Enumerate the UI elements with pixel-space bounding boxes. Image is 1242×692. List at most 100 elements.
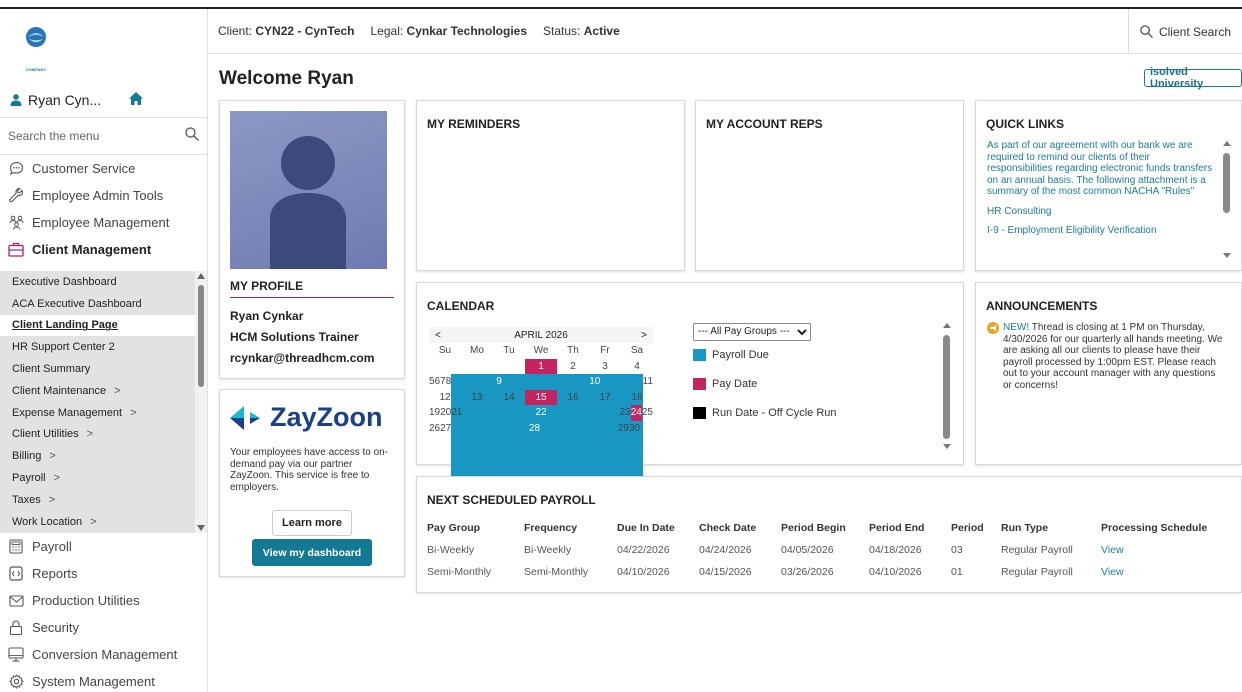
- column-header: Period: [951, 522, 984, 534]
- menu-item-payroll[interactable]: Payroll: [0, 533, 207, 560]
- calendar-scroll-thumb[interactable]: [943, 335, 950, 439]
- mail-icon: [8, 593, 24, 609]
- quick-links-scroll-thumb[interactable]: [1223, 153, 1230, 213]
- home-icon[interactable]: [129, 92, 144, 108]
- view-dashboard-button[interactable]: View my dashboard: [252, 539, 372, 566]
- calendar-next-button[interactable]: >: [641, 330, 647, 341]
- isolved-university-button[interactable]: isolved University: [1144, 66, 1242, 90]
- calendar-day[interactable]: 17: [589, 390, 621, 406]
- menu-item-security[interactable]: Security: [0, 614, 207, 641]
- menu-item-reports[interactable]: Reports: [0, 560, 207, 587]
- table-cell: 04/18/2026: [869, 544, 922, 556]
- submenu-executive-dashboard[interactable]: Executive Dashboard: [0, 271, 207, 293]
- calendar-day[interactable]: 2: [557, 359, 589, 375]
- scroll-up-icon[interactable]: [197, 273, 205, 279]
- calendar-day[interactable]: 18: [621, 390, 653, 406]
- menu-item-production-utilities[interactable]: Production Utilities: [0, 587, 207, 614]
- calendar-day[interactable]: 24: [630, 405, 642, 421]
- column-header: Check Date: [699, 522, 757, 534]
- legend-swatch-run-date: [693, 407, 706, 419]
- submenu-aca-executive-dashboard[interactable]: ACA Executive Dashboard: [0, 293, 207, 315]
- calendar-day[interactable]: 1: [525, 358, 557, 374]
- submenu-client-summary[interactable]: Client Summary: [0, 358, 207, 380]
- table-cell: 04/10/2026: [617, 566, 670, 578]
- calendar-day[interactable]: 29: [618, 421, 629, 437]
- menu-item-client-management[interactable]: Client Management: [0, 236, 207, 263]
- calendar-prev-button[interactable]: <: [435, 330, 441, 341]
- submenu-billing[interactable]: Billing >: [0, 445, 207, 467]
- table-row: Bi-Weekly Bi-Weekly 04/22/2026 04/24/202…: [427, 539, 1231, 561]
- quick-link-hr-consulting[interactable]: HR Consulting: [987, 206, 1213, 218]
- calendar-day[interactable]: 3: [589, 359, 621, 375]
- people-icon: [8, 215, 24, 231]
- calendar-day[interactable]: 12: [429, 390, 461, 406]
- client-header: Client: CYN22 - CynTech Legal: Cynkar Te…: [208, 9, 1242, 54]
- submenu-scroll-thumb[interactable]: [198, 285, 204, 387]
- calendar-day[interactable]: 25: [642, 405, 653, 421]
- calendar-day[interactable]: 21: [451, 405, 462, 421]
- scroll-up-icon[interactable]: [943, 323, 951, 328]
- submenu-client-maintenance[interactable]: Client Maintenance >: [0, 380, 207, 402]
- scroll-down-icon[interactable]: [1223, 253, 1231, 258]
- calendar-day[interactable]: 23: [620, 405, 631, 421]
- calendar-day[interactable]: 11: [643, 374, 653, 390]
- my-account-reps-title: MY ACCOUNT REPS: [706, 117, 823, 131]
- user-menu[interactable]: Ryan Cyn...: [10, 88, 200, 112]
- quick-link-i9[interactable]: I-9 - Employment Eligibility Verificatio…: [987, 225, 1213, 237]
- calendar-day[interactable]: 19: [429, 405, 440, 421]
- menu-search-input[interactable]: [8, 129, 168, 143]
- calendar-day[interactable]: [493, 359, 525, 375]
- calendar-day[interactable]: 4: [621, 359, 653, 375]
- calendar-day[interactable]: [461, 359, 493, 375]
- calendar-day[interactable]: [647, 421, 653, 437]
- calendar-day[interactable]: 20: [440, 405, 451, 421]
- view-schedule-link[interactable]: View: [1101, 561, 1231, 583]
- scroll-up-icon[interactable]: [1223, 141, 1231, 146]
- calendar-day[interactable]: 30: [629, 421, 640, 437]
- weekday-label: We: [533, 345, 549, 356]
- submenu-hr-support-center-2[interactable]: HR Support Center 2: [0, 336, 207, 358]
- submenu-scrollbar[interactable]: [195, 271, 207, 533]
- calendar-day[interactable]: 27: [440, 421, 451, 437]
- menu-item-employee-admin-tools[interactable]: Employee Admin Tools: [0, 182, 207, 209]
- calendar-day[interactable]: 16: [557, 390, 589, 406]
- table-header-row: Pay Group Frequency Due In Date Check Da…: [427, 517, 1231, 539]
- scroll-down-icon[interactable]: [197, 525, 205, 531]
- table-cell: 03: [951, 544, 963, 556]
- calendar-day[interactable]: 15: [525, 389, 557, 405]
- calendar-day[interactable]: 14: [493, 390, 525, 406]
- menu-item-system-management[interactable]: System Management: [0, 668, 207, 692]
- submenu-taxes[interactable]: Taxes >: [0, 489, 207, 511]
- client-search-button[interactable]: Client Search: [1128, 9, 1242, 54]
- company-logo[interactable]: COMPANY: [22, 25, 50, 72]
- zayzoon-card: ZayZoon Your employees have access to on…: [219, 389, 405, 577]
- submenu-work-location[interactable]: Work Location >: [0, 511, 207, 533]
- menu-item-customer-service[interactable]: Customer Service: [0, 155, 207, 182]
- search-icon[interactable]: [185, 126, 199, 146]
- my-profile-title: MY PROFILE: [230, 279, 394, 298]
- learn-more-button[interactable]: Learn more: [272, 510, 352, 536]
- calendar-day[interactable]: 26: [429, 421, 440, 437]
- status-info: Status: Active: [543, 24, 620, 38]
- calendar-scrollbar[interactable]: [942, 323, 952, 449]
- table-cell: 04/15/2026: [699, 566, 752, 578]
- view-schedule-link[interactable]: View: [1101, 539, 1231, 561]
- menu-item-employee-management[interactable]: Employee Management: [0, 209, 207, 236]
- my-account-reps-card: MY ACCOUNT REPS: [695, 100, 964, 271]
- chevron-right-icon: >: [90, 515, 97, 528]
- scroll-down-icon[interactable]: [943, 444, 951, 449]
- submenu-client-landing-page[interactable]: Client Landing Page: [0, 314, 195, 337]
- menu-item-conversion-management[interactable]: Conversion Management: [0, 641, 207, 668]
- submenu-payroll[interactable]: Payroll >: [0, 467, 207, 489]
- chevron-right-icon: >: [86, 428, 94, 441]
- submenu-expense-management[interactable]: Expense Management >: [0, 402, 207, 424]
- calendar-day[interactable]: 13: [461, 390, 493, 406]
- quick-link-nacha[interactable]: As part of our agreement with our bank w…: [987, 140, 1213, 198]
- report-icon: [8, 566, 24, 582]
- pay-group-select[interactable]: --- All Pay Groups ---: [693, 322, 811, 341]
- column-header: Run Type: [1001, 522, 1049, 534]
- submenu-client-utilities[interactable]: Client Utilities >: [0, 424, 207, 446]
- calendar-day[interactable]: [429, 359, 461, 375]
- quick-links-scrollbar[interactable]: [1222, 141, 1232, 258]
- column-header: Processing Schedule: [1101, 522, 1208, 534]
